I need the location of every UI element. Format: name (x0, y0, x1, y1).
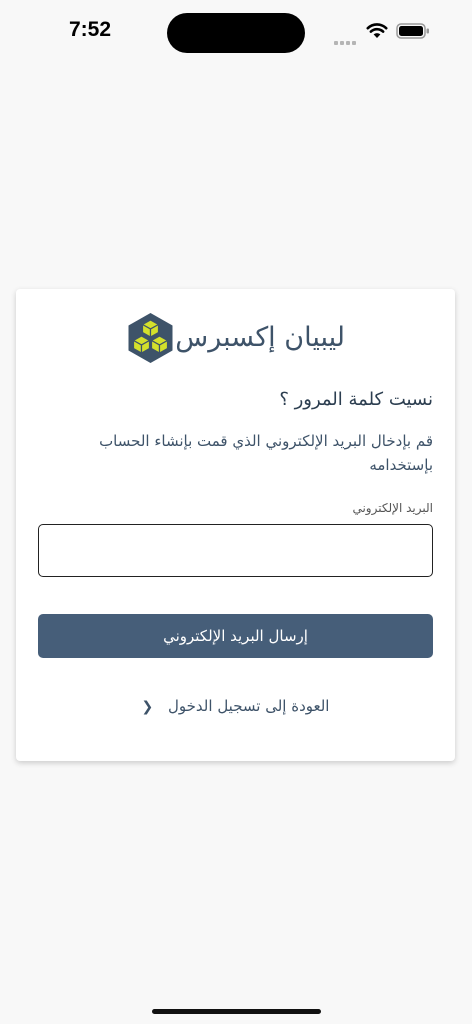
home-indicator[interactable] (152, 1009, 321, 1014)
status-bar: 7:52 (0, 0, 472, 64)
chevron-left-icon: ❮ (141, 699, 154, 715)
send-email-button[interactable]: إرسال البريد الإلكتروني (38, 614, 433, 658)
back-to-login-link[interactable]: العودة إلى تسجيل الدخول ❮ (16, 697, 455, 715)
back-to-login-label: العودة إلى تسجيل الدخول (168, 697, 330, 715)
email-input[interactable] (38, 524, 433, 577)
brand-name: ليبيان إكسبرس (175, 322, 345, 353)
page-title: نسيت كلمة المرور ؟ (279, 389, 433, 410)
logo-icon (128, 313, 173, 363)
brand-header: ليبيان إكسبرس (16, 312, 455, 364)
status-time: 7:52 (68, 18, 112, 41)
instructions-text: قم بإدخال البريد الإلكتروني الذي قمت بإن… (99, 432, 433, 474)
email-label: البريد الإلكتروني (352, 501, 433, 515)
dynamic-island (167, 13, 305, 53)
cellular-signal-icon (334, 30, 358, 49)
wifi-icon (366, 23, 388, 38)
forgot-password-card: ليبيان إكسبرس نسيت كلمة المرور ؟ قم بإدخ… (16, 289, 455, 761)
battery-icon (396, 23, 429, 39)
